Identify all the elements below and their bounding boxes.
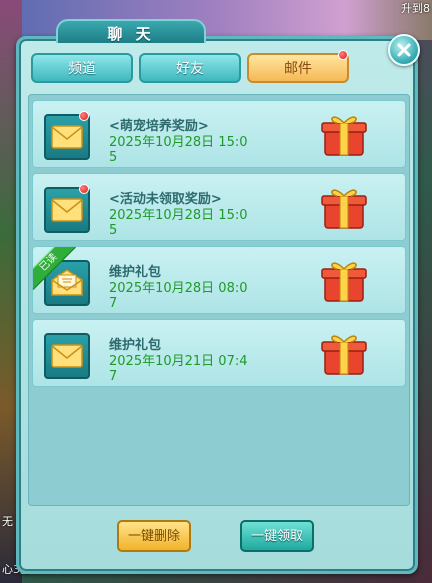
envelope-icon bbox=[51, 125, 83, 149]
mail-item[interactable]: <活动未领取奖励> 2025年10月28日 15:0 5 bbox=[32, 173, 406, 241]
delete-all-button[interactable]: 一键删除 bbox=[117, 520, 191, 552]
background-top-right-text: 升到8 bbox=[401, 2, 430, 15]
tab-friends-label: 好友 bbox=[176, 61, 204, 77]
mail-date: 2025年10月28日 15:0 5 bbox=[109, 208, 248, 238]
mail-date: 2025年10月28日 15:0 5 bbox=[109, 135, 248, 165]
chat-title-tab: 聊 天 bbox=[56, 19, 206, 43]
mail-title: 维护礼包 bbox=[109, 338, 162, 353]
window-title: 聊 天 bbox=[107, 25, 155, 43]
gift-box-icon[interactable] bbox=[319, 182, 369, 232]
mail-date: 2025年10月28日 08:0 7 bbox=[109, 281, 248, 311]
gift-box-icon[interactable] bbox=[319, 255, 369, 305]
tab-channel-label: 频道 bbox=[68, 61, 96, 77]
unread-badge bbox=[79, 184, 89, 194]
background-side-text: 无 bbox=[2, 515, 13, 528]
read-label: 已读 bbox=[33, 247, 76, 290]
envelope-icon bbox=[51, 198, 83, 222]
tab-friends[interactable]: 好友 bbox=[139, 53, 241, 83]
unread-badge bbox=[79, 111, 89, 121]
mail-title: <活动未领取奖励> bbox=[109, 192, 222, 207]
mail-item[interactable]: 已读 维护礼包 2025年10月28日 08:0 7 bbox=[32, 246, 406, 314]
mail-title: 维护礼包 bbox=[109, 265, 162, 280]
tab-channel[interactable]: 频道 bbox=[31, 53, 133, 83]
tab-mail-label: 邮件 bbox=[284, 61, 312, 77]
mail-date: 2025年10月21日 07:4 7 bbox=[109, 354, 248, 384]
mail-icon-frame bbox=[44, 333, 90, 379]
mail-item[interactable]: 维护礼包 2025年10月21日 07:4 7 bbox=[32, 319, 406, 387]
envelope-icon bbox=[51, 344, 83, 368]
close-icon bbox=[397, 43, 411, 57]
tab-mail[interactable]: 邮件 bbox=[247, 53, 349, 83]
tab-mail-badge bbox=[338, 50, 348, 60]
gift-box-icon[interactable] bbox=[319, 109, 369, 159]
read-ribbon: 已读 bbox=[33, 247, 77, 291]
gift-box-icon[interactable] bbox=[319, 328, 369, 378]
mail-title: <萌宠培养奖励> bbox=[109, 119, 209, 134]
mail-item[interactable]: <萌宠培养奖励> 2025年10月28日 15:0 5 bbox=[32, 100, 406, 168]
close-button[interactable] bbox=[388, 34, 420, 66]
claim-all-button[interactable]: 一键领取 bbox=[240, 520, 314, 552]
